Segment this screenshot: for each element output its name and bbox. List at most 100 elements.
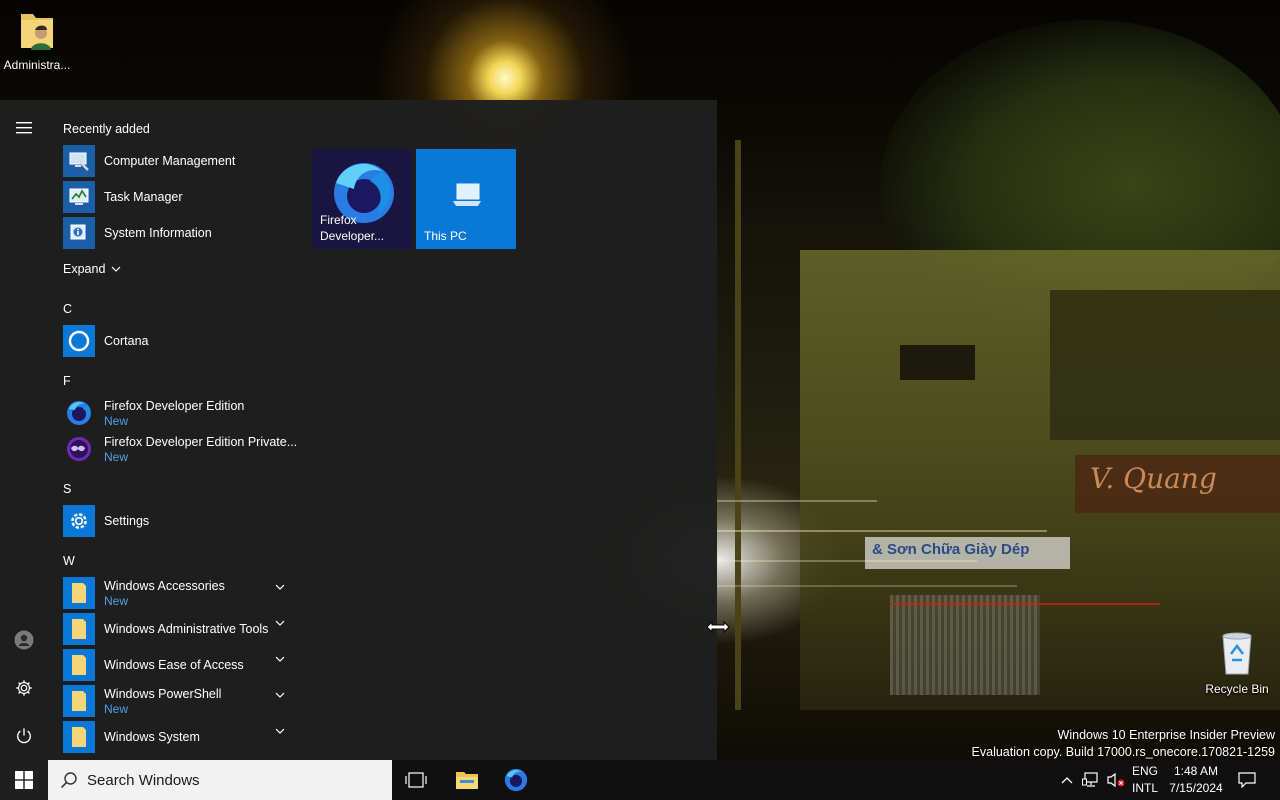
task-view-button[interactable] (392, 760, 440, 800)
settings-rail-button[interactable] (0, 668, 48, 708)
computer-management-icon (63, 145, 95, 177)
app-task-manager[interactable]: Task Manager (63, 179, 293, 215)
app-list: Recently added Computer Management Task … (48, 100, 298, 760)
new-badge: New (104, 413, 129, 428)
chevron-down-icon[interactable] (275, 728, 285, 734)
user-account-button[interactable] (0, 620, 48, 660)
app-computer-management[interactable]: Computer Management (63, 143, 293, 179)
chevron-down-icon[interactable] (275, 620, 285, 626)
start-button[interactable] (0, 760, 48, 800)
section-header-w[interactable]: W (63, 554, 75, 568)
new-badge: New (104, 701, 129, 716)
chevron-down-icon (111, 266, 121, 272)
folder-windows-ease-of-access[interactable]: Windows Ease of Access (63, 647, 293, 683)
taskbar: Search Windows ENG INTL 1:48 AM 7/15/202… (0, 760, 1280, 800)
power-button[interactable] (0, 716, 48, 756)
resize-cursor-icon[interactable] (706, 619, 730, 635)
expand-recent-button[interactable]: Expand (63, 262, 121, 276)
wallpaper-light-trail-red (890, 603, 1160, 605)
folder-icon (63, 721, 95, 753)
app-label: Settings (104, 514, 150, 528)
app-label: Windows Accessories (104, 578, 225, 593)
clock-date: 7/15/2024 (1169, 781, 1223, 795)
folder-icon (63, 613, 95, 645)
network-button[interactable] (1080, 760, 1102, 800)
chevron-down-icon[interactable] (275, 692, 285, 698)
tile-firefox-developer[interactable]: Firefox Developer... (312, 149, 412, 249)
app-label: Firefox Developer Edition Private... (104, 434, 298, 449)
wallpaper-light-trail (717, 585, 1017, 587)
folder-icon (63, 685, 95, 717)
app-firefox-developer-edition[interactable]: Firefox Developer Edition New (63, 395, 293, 431)
app-label: Windows Administrative Tools (104, 622, 269, 636)
wallpaper-light-trail (717, 560, 977, 562)
firefox-private-icon (63, 433, 95, 465)
firefox-developer-icon (504, 768, 528, 792)
wallpaper-pole (735, 140, 741, 710)
app-settings[interactable]: Settings (63, 503, 293, 539)
chevron-up-icon (1061, 777, 1073, 784)
app-label: Firefox Developer Edition (104, 398, 245, 413)
app-cortana[interactable]: Cortana (63, 323, 293, 359)
folder-windows-administrative-tools[interactable]: Windows Administrative Tools (63, 611, 293, 647)
gear-icon (16, 680, 32, 696)
search-placeholder: Search Windows (87, 771, 200, 789)
hamburger-icon (16, 122, 32, 134)
expand-menu-button[interactable] (0, 108, 48, 148)
file-explorer-button[interactable] (443, 760, 491, 800)
system-information-icon (63, 217, 95, 249)
chevron-down-icon[interactable] (275, 656, 285, 662)
section-header-c[interactable]: C (63, 302, 72, 316)
volume-button[interactable] (1104, 760, 1128, 800)
notification-icon (1238, 772, 1256, 788)
recycle-bin-icon (1222, 632, 1252, 675)
folder-icon (456, 772, 478, 789)
desktop-icon-label: Recycle Bin (1205, 682, 1269, 696)
os-watermark: Windows 10 Enterprise Insider Preview Ev… (972, 727, 1275, 761)
show-hidden-icons-button[interactable] (1056, 760, 1078, 800)
folder-icon (63, 649, 95, 681)
settings-gear-icon (63, 505, 95, 537)
recently-added-heading: Recently added (63, 122, 150, 136)
search-icon (61, 772, 77, 788)
tile-label: Firefox Developer... (320, 213, 385, 243)
folder-icon (63, 577, 95, 609)
wallpaper-building-shadow (1050, 290, 1280, 440)
app-label: System Information (104, 226, 212, 240)
wallpaper-shop-sign-text: V. Quang (1090, 462, 1217, 495)
network-icon (1082, 772, 1098, 787)
tile-label: This PC (424, 229, 467, 243)
user-folder-icon (21, 14, 53, 50)
firefox-taskbar-button[interactable] (492, 760, 540, 800)
clock-button[interactable]: 1:48 AM 7/15/2024 (1164, 760, 1228, 800)
desktop-icon-label: Administra... (3, 58, 71, 72)
folder-windows-system[interactable]: Windows System (63, 719, 293, 755)
laptop-icon (453, 183, 481, 206)
firefox-developer-icon (63, 397, 95, 429)
tile-this-pc[interactable]: This PC (416, 149, 516, 249)
action-center-button[interactable] (1232, 760, 1262, 800)
app-label: Cortana (104, 334, 149, 348)
folder-windows-powershell[interactable]: Windows PowerShell New (63, 683, 293, 719)
language-code: ENG (1131, 764, 1158, 778)
wallpaper-window (900, 345, 975, 380)
start-menu-rail (0, 100, 48, 760)
app-system-information[interactable]: System Information (63, 215, 293, 251)
app-label: Windows System (104, 730, 200, 744)
wallpaper-light-trail (717, 500, 877, 502)
section-header-f[interactable]: F (63, 374, 71, 388)
watermark-line: Windows 10 Enterprise Insider Preview (1057, 728, 1275, 742)
wallpaper-shutter (890, 595, 1040, 695)
search-input[interactable]: Search Windows (48, 760, 392, 800)
desktop-icon-administrator[interactable]: Administra... (0, 8, 74, 72)
app-firefox-developer-private[interactable]: Firefox Developer Edition Private... New (63, 431, 297, 467)
clock-time: 1:48 AM (1173, 764, 1219, 778)
keyboard-layout: INTL (1131, 781, 1158, 795)
input-language-button[interactable]: ENG INTL (1128, 760, 1162, 800)
section-header-s[interactable]: S (63, 482, 71, 496)
new-badge: New (104, 593, 129, 608)
folder-windows-accessories[interactable]: Windows Accessories New (63, 575, 293, 611)
power-icon (17, 728, 31, 744)
chevron-down-icon[interactable] (275, 584, 285, 590)
desktop-icon-recycle-bin[interactable]: Recycle Bin (1200, 630, 1274, 696)
